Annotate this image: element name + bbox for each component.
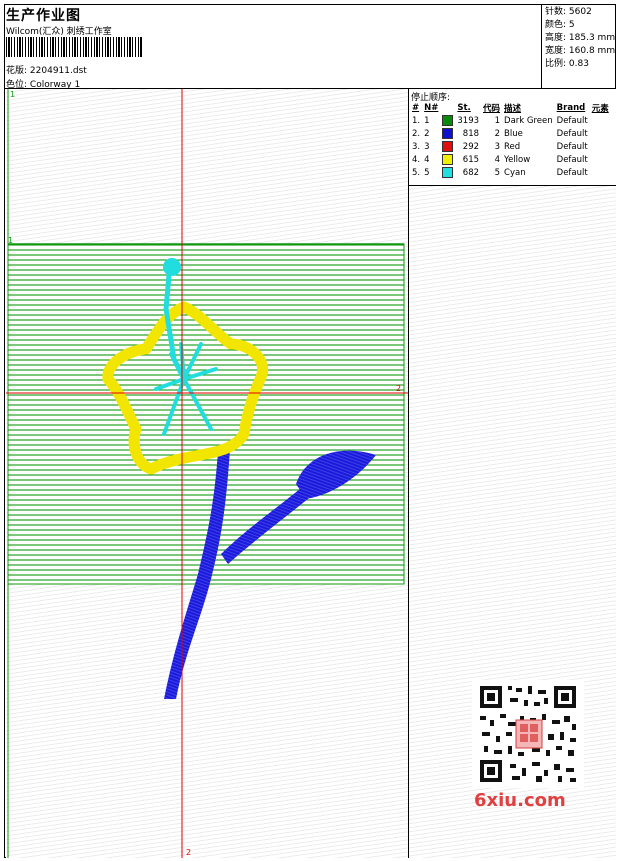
- design-canvas: 1 1 2 2: [6, 89, 408, 858]
- barcode: [6, 37, 142, 57]
- table-row: 2. 2 818 2 Blue Default: [410, 127, 611, 140]
- row-brand: Default: [556, 167, 588, 178]
- row-brand: Default: [556, 128, 588, 139]
- row-code: 3: [494, 141, 501, 152]
- stat-width: 宽度: 160.8 mm: [545, 46, 616, 56]
- col-stitches: St.: [457, 102, 471, 113]
- col-index: #: [412, 102, 420, 113]
- row-color-swatch: [440, 114, 455, 127]
- row-element: [590, 166, 611, 179]
- row-stitches: 615: [462, 154, 480, 165]
- marker-red-right: 2: [396, 384, 401, 393]
- row-code: 4: [494, 154, 501, 165]
- design-file-line: 花版: 2204911.dst: [6, 63, 87, 76]
- row-number: 2: [424, 128, 430, 139]
- row-number: 1: [424, 115, 430, 126]
- color-swatch: [442, 167, 454, 178]
- row-color-swatch: [440, 153, 455, 166]
- color-swatch: [442, 115, 454, 126]
- row-stitches: 3193: [457, 115, 480, 126]
- row-index: 5.: [412, 167, 421, 178]
- row-description: Blue: [504, 128, 523, 139]
- green-fill-block: [7, 243, 405, 585]
- stat-scale: 比例: 0.83: [545, 59, 589, 69]
- col-brand: Brand: [556, 102, 586, 113]
- marker-red-bottom: 2: [186, 848, 191, 857]
- color-swatch: [442, 154, 454, 165]
- stat-colors: 颜色: 5: [545, 20, 575, 30]
- row-number: 3: [424, 141, 430, 152]
- qr-center-logo: [515, 719, 543, 749]
- stat-stitches: 针数: 5602: [545, 7, 592, 17]
- row-description: Yellow: [504, 154, 531, 165]
- row-brand: Default: [556, 115, 588, 126]
- col-color: [440, 101, 455, 114]
- color-swatch: [442, 141, 454, 152]
- row-code: 5: [494, 167, 501, 178]
- qr-code: [472, 680, 584, 788]
- row-stitches: 682: [462, 167, 480, 178]
- row-brand: Default: [556, 141, 588, 152]
- row-description: Dark Green: [504, 115, 553, 126]
- marker-green-block: 1: [8, 236, 13, 245]
- cyan-stamen-head: [163, 258, 181, 276]
- row-brand: Default: [556, 154, 588, 165]
- table-header-row: # N# St. 代码 描述 Brand 元素: [410, 101, 611, 114]
- row-stitches: 292: [462, 141, 480, 152]
- col-description: 描述: [504, 103, 522, 114]
- row-number: 5: [424, 167, 430, 178]
- design-label: 花版:: [6, 66, 28, 76]
- row-description: Red: [504, 141, 521, 152]
- stop-sequence-panel: 停止顺序: # N# St. 代码 描述 Brand 元素 1. 1 3193 1 Da…: [409, 89, 616, 186]
- row-element: [590, 114, 611, 127]
- col-code: 代码: [483, 103, 501, 114]
- row-element: [590, 153, 611, 166]
- row-description: Cyan: [504, 167, 526, 178]
- row-element: [590, 127, 611, 140]
- stat-height: 高度: 185.3 mm: [545, 33, 616, 43]
- stop-sequence-table: # N# St. 代码 描述 Brand 元素 1. 1 3193 1 Dark Gre…: [410, 101, 611, 179]
- row-number: 4: [424, 154, 430, 165]
- table-row: 3. 3 292 3 Red Default: [410, 140, 611, 153]
- row-index: 4.: [412, 154, 421, 165]
- row-color-swatch: [440, 166, 455, 179]
- studio-name: Wilcom(汇众) 刺绣工作室: [6, 27, 112, 37]
- row-code: 1: [494, 115, 501, 126]
- row-code: 2: [494, 128, 501, 139]
- row-index: 1.: [412, 115, 421, 126]
- page-title: 生产作业图: [6, 8, 81, 24]
- color-swatch: [442, 128, 454, 139]
- row-color-swatch: [440, 127, 455, 140]
- col-element: 元素: [591, 103, 609, 114]
- col-number: N#: [424, 102, 439, 113]
- stats-panel: 针数: 5602 颜色: 5 高度: 185.3 mm 宽度: 160.8 mm…: [541, 4, 616, 88]
- row-index: 2.: [412, 128, 421, 139]
- row-index: 3.: [412, 141, 421, 152]
- table-row: 1. 1 3193 1 Dark Green Default: [410, 114, 611, 127]
- table-row: 5. 5 682 5 Cyan Default: [410, 166, 611, 179]
- embroidery-preview: 1 1 2 2: [6, 89, 408, 858]
- table-row: 4. 4 615 4 Yellow Default: [410, 153, 611, 166]
- row-color-swatch: [440, 140, 455, 153]
- row-stitches: 818: [462, 128, 480, 139]
- qr-code-image: [472, 680, 584, 788]
- watermark: 6xiu.com: [474, 790, 566, 811]
- row-element: [590, 140, 611, 153]
- design-file: 2204911.dst: [29, 66, 87, 76]
- marker-top-left: 1: [10, 90, 15, 99]
